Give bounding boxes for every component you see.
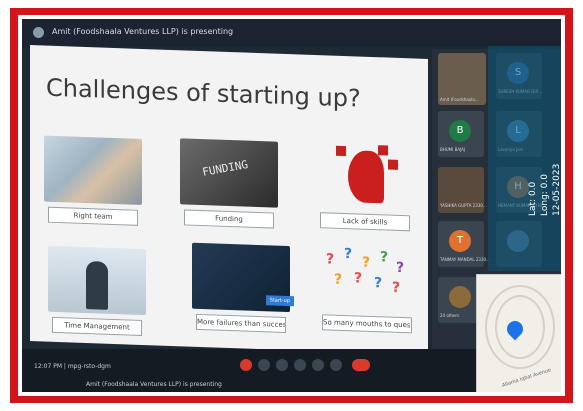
avatar: B [449,120,471,142]
card-label: Right team [48,206,138,226]
geo-overlay: Lat: 0.0 Long: 0.0 12-05-2023 [488,46,561,271]
presentation-slide: Challenges of starting up? Right team FU… [30,45,428,355]
card-funding: FUNDING Funding [180,138,278,229]
avatar: T [449,230,471,252]
card-lack-of-skills: Lack of skills [316,141,414,232]
card-label: So many mouths to question [322,314,412,334]
card-time-management: Time Management [48,245,146,336]
card-label: Funding [184,209,274,229]
meeting-time-code: 12:07 PM | mpg-rsto-dgm [34,363,111,370]
photo-frame: Amit (Foodshaala Ventures LLP) is presen… [0,0,583,411]
captions-icon[interactable] [294,359,306,371]
card-right-team: Right team [44,135,142,226]
raise-hand-icon[interactable] [240,359,252,371]
avatar [449,286,471,308]
card-label: Lack of skills [320,212,410,232]
taskbar-presenting-label: Amit (Foodshaala Ventures LLP) is presen… [86,381,222,388]
present-icon[interactable] [312,359,324,371]
location-map: Allama Iqbal Avenue [476,274,561,392]
leave-call-button[interactable] [352,359,370,371]
mic-icon[interactable] [258,359,270,371]
participant-tile[interactable]: Amit (Foodshaala... [438,53,486,105]
funding-chalkboard-image: FUNDING [180,138,278,208]
startup-failure-image: Start-up [192,242,294,313]
meeting-top-bar: Amit (Foodshaala Ventures LLP) is presen… [22,19,561,47]
geo-date: 12-05-2023 [552,163,561,216]
screen-photo: Amit (Foodshaala Ventures LLP) is presen… [22,19,561,392]
participant-tile[interactable]: YASHIKA GUPTA 2330... [438,167,487,213]
more-options-icon[interactable] [330,359,342,371]
slide-title: Challenges of starting up? [46,73,361,113]
startup-badge: Start-up [265,295,294,307]
geo-lat: Lat: 0.0 [528,181,538,216]
card-label: More failures than success [196,313,286,333]
participant-tile[interactable]: T TANMAY MANDAL 2330... [438,221,490,267]
geo-long: Long: 0.0 [540,174,550,216]
card-so-many-mouths: ? ? ? ? ? ? ? ? ? So many mouths to ques… [318,243,416,334]
card-more-failures: Start-up More failures than success [192,242,294,333]
presenter-avatar-icon [33,27,44,38]
teamwork-hands-image [44,135,142,205]
puzzle-head-image [316,141,414,211]
question-marks-image: ? ? ? ? ? ? ? ? ? [318,243,416,313]
participant-tile[interactable]: B BHUMI BAJAJ [438,111,484,157]
presenting-label: Amit (Foodshaala Ventures LLP) is presen… [52,27,234,36]
map-street-label: Allama Iqbal Avenue [501,367,552,389]
busy-businessman-image [48,245,146,316]
funding-image-text: FUNDING [201,157,250,179]
camera-icon[interactable] [276,359,288,371]
card-label: Time Management [52,316,142,336]
